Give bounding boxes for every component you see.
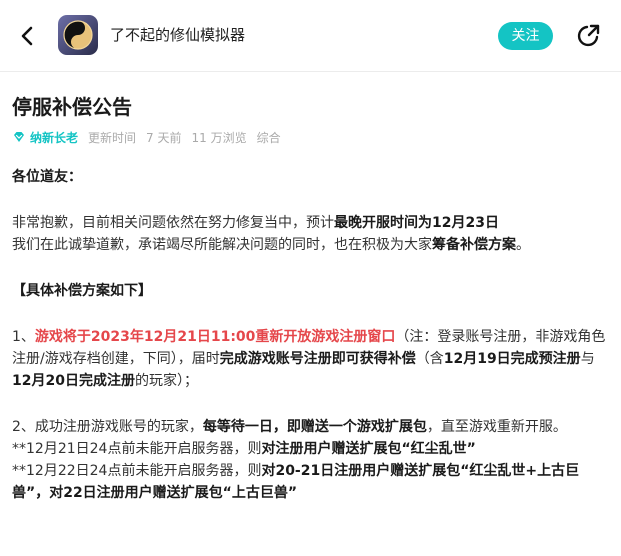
- share-button[interactable]: [574, 22, 602, 50]
- page-title: 停服补偿公告: [12, 95, 132, 119]
- note-2: **12月22日24点前未能开启服务器，则对20-21日注册用户赠送扩展包“红尘…: [12, 463, 580, 501]
- note-1: **12月21日24点前未能开启服务器，则对注册用户赠送扩展包“红尘乱世”: [12, 441, 476, 457]
- follow-button[interactable]: 关注: [498, 22, 553, 50]
- article-meta: 纳新长老 更新时间 7 天前 11 万浏览 综合: [12, 129, 291, 145]
- paragraph-1: 非常抱歉，目前相关问题依然在努力修复当中，预计最晚开服时间为12月23日 我们在…: [12, 215, 530, 253]
- author-name[interactable]: 纳新长老: [30, 129, 78, 146]
- update-time: 7 天前: [146, 130, 182, 145]
- app-icon[interactable]: [58, 15, 98, 55]
- section-heading: 【具体补偿方案如下】: [12, 283, 152, 299]
- view-count: 11 万浏览: [191, 130, 247, 145]
- category-tag[interactable]: 综合: [257, 129, 281, 146]
- greeting: 各位道友：: [12, 169, 82, 185]
- article-body: 各位道友： 非常抱歉，目前相关问题依然在努力修复当中，预计最晚开服时间为12月2…: [12, 166, 610, 504]
- item-1: 1、游戏将于2023年12月21日11:00重新开放游戏注册窗口（注：登录账号注…: [12, 329, 606, 389]
- chevron-left-icon: [21, 26, 33, 46]
- back-button[interactable]: [14, 22, 42, 50]
- top-bar: 了不起的修仙模拟器 关注: [0, 0, 621, 72]
- diamond-badge-icon: [14, 132, 24, 142]
- item-2: 2、成功注册游戏账号的玩家，每等待一日，即赠送一个游戏扩展包，直至游戏重新开服。: [12, 419, 567, 435]
- update-label: 更新时间: [88, 130, 137, 145]
- app-name[interactable]: 了不起的修仙模拟器: [110, 24, 245, 45]
- share-icon: [577, 24, 600, 47]
